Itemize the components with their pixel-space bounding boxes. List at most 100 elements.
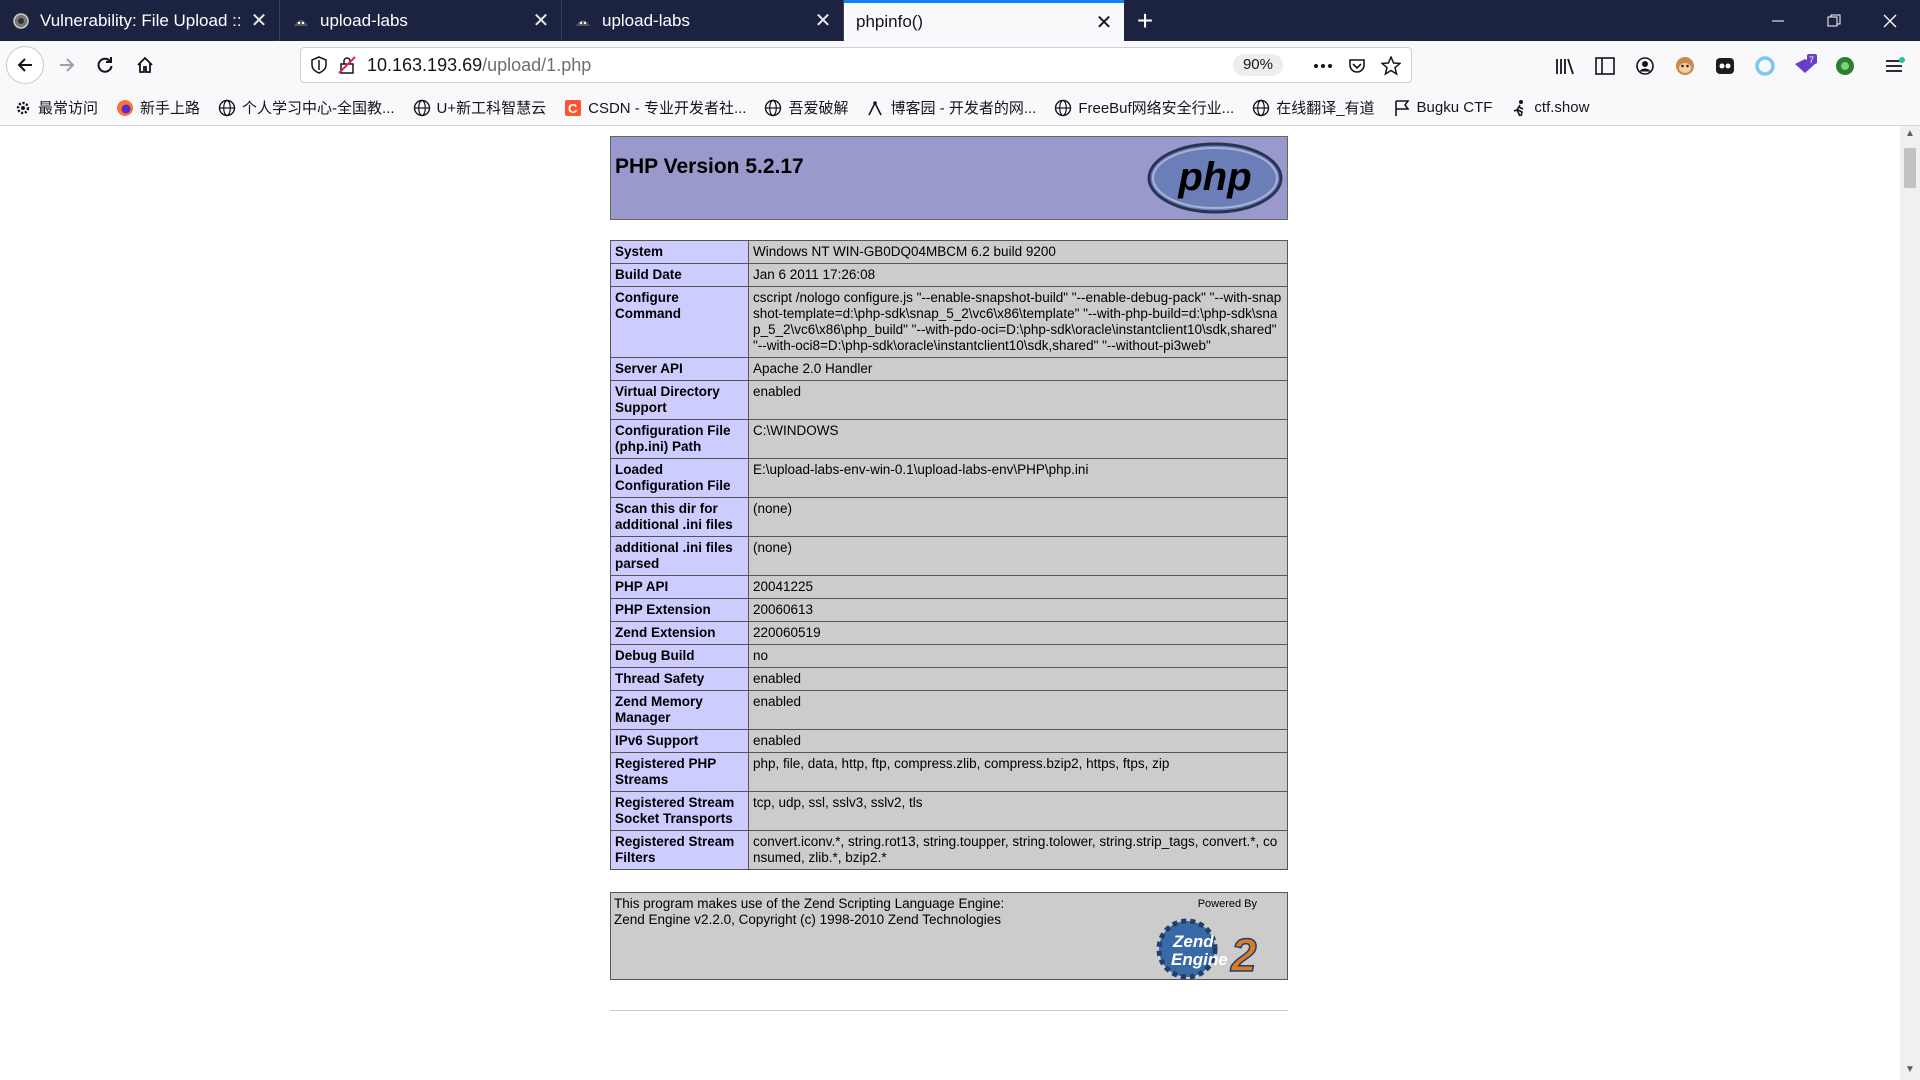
ring-extension-icon[interactable] [1750, 51, 1780, 81]
phpinfo-center: PHP Version 5.2.17 php System Windows NT … [610, 136, 1288, 1011]
globe-icon [1054, 99, 1072, 117]
close-tab-icon[interactable]: ✕ [245, 8, 273, 33]
bookmark-label: 在线翻译_有道 [1276, 100, 1375, 117]
bookmark-label: U+新工科智慧云 [436, 100, 547, 117]
info-key: Scan this dir for additional .ini files [610, 497, 749, 537]
info-row: PHP API 20041225 [610, 575, 1288, 599]
insecure-lock-icon[interactable] [337, 56, 357, 74]
php-logo-icon[interactable]: php [1147, 141, 1283, 220]
sidebar-icon[interactable] [1590, 51, 1620, 81]
pocket-icon[interactable] [1345, 54, 1369, 78]
account-icon[interactable] [1630, 51, 1660, 81]
info-row: Loaded Configuration File E:\upload-labs-… [610, 458, 1288, 498]
divider [610, 1010, 1288, 1011]
home-button[interactable] [126, 46, 164, 84]
info-key: Registered Stream Filters [610, 830, 749, 870]
info-key: Build Date [610, 263, 749, 287]
info-value: cscript /nologo configure.js "--enable-s… [748, 286, 1288, 358]
tab-title: phpinfo() [856, 12, 924, 31]
game-extension-icon[interactable] [1710, 51, 1740, 81]
tab-phpinfo[interactable]: phpinfo() ✕ [844, 0, 1124, 41]
tab-upload-labs-1[interactable]: upload-labs ✕ [280, 0, 562, 41]
bookmark-label: Bugku CTF [1416, 99, 1493, 116]
vertical-scrollbar[interactable]: ▲ ▼ [1900, 126, 1920, 1080]
info-key: Configuration File (php.ini) Path [610, 419, 749, 459]
info-row: Build Date Jan 6 2011 17:26:08 [610, 263, 1288, 287]
bookmark-label: CSDN - 专业开发者社... [588, 100, 747, 117]
bookmark-youdao[interactable]: 在线翻译_有道 [1252, 97, 1375, 118]
info-row: IPv6 Support enabled [610, 729, 1288, 753]
hackbar-extension-icon[interactable]: 7 [1790, 51, 1820, 81]
reload-button[interactable] [86, 46, 124, 84]
zend-engine-logo-icon[interactable]: Zend Engine 2 [1153, 911, 1283, 983]
info-value: enabled [748, 729, 1288, 753]
reload-icon [97, 57, 113, 73]
runner-icon [1510, 99, 1528, 117]
address-bar[interactable]: 10.163.193.69/upload/1.php 90% [300, 47, 1412, 83]
bookmark-label: FreeBuf网络安全行业... [1078, 100, 1235, 117]
bookmark-u-cloud[interactable]: U+新工科智慧云 [413, 97, 547, 118]
page-actions-icon[interactable] [1311, 54, 1335, 78]
tab-strip: Vulnerability: File Upload :: D ✕ upload… [0, 0, 1920, 41]
close-tab-icon[interactable]: ✕ [527, 8, 555, 33]
restore-icon[interactable] [1806, 0, 1862, 41]
back-button[interactable] [6, 46, 44, 84]
info-value: 20060613 [748, 598, 1288, 622]
globe-icon [1252, 99, 1270, 117]
info-value: enabled [748, 667, 1288, 691]
tab-upload-labs-2[interactable]: upload-labs ✕ [562, 0, 844, 41]
new-tab-icon[interactable]: + [1130, 0, 1160, 41]
tab-title: upload-labs [602, 10, 690, 30]
bookmark-cnblogs[interactable]: 博客园 - 开发者的网... [866, 97, 1036, 118]
scroll-down-arrow-icon[interactable]: ▼ [1900, 1064, 1920, 1078]
forward-button[interactable] [48, 46, 86, 84]
info-value: 20041225 [748, 575, 1288, 599]
info-key: Zend Extension [610, 621, 749, 645]
back-arrow-icon [17, 58, 32, 72]
flag-icon [1393, 99, 1411, 117]
url-path: /upload/1.php [482, 54, 592, 75]
shield-icon[interactable] [309, 56, 329, 74]
close-window-icon[interactable] [1862, 0, 1918, 41]
bookmark-label: 博客园 - 开发者的网... [890, 100, 1037, 117]
bookmark-52pojie[interactable]: 吾爱破解 [764, 97, 848, 118]
scroll-up-arrow-icon[interactable]: ▲ [1900, 128, 1920, 142]
svg-text:php: php [1177, 155, 1251, 199]
tab-dvwa[interactable]: Vulnerability: File Upload :: D ✕ [0, 0, 280, 41]
bookmark-csdn[interactable]: C CSDN - 专业开发者社... [564, 97, 746, 118]
info-key: Registered PHP Streams [610, 752, 749, 792]
info-row: Zend Memory Manager enabled [610, 690, 1288, 730]
bookmark-study-center[interactable]: 个人学习中心-全国教... [218, 97, 395, 118]
bookmark-label: 最常访问 [38, 100, 99, 117]
info-value: (none) [748, 536, 1288, 576]
php-version-title: PHP Version 5.2.17 [615, 155, 804, 178]
url-text[interactable]: 10.163.193.69/upload/1.php [367, 55, 591, 76]
bookmark-getting-started[interactable]: 新手上路 [116, 97, 200, 118]
info-value: (none) [748, 497, 1288, 537]
info-row: Thread Safety enabled [610, 667, 1288, 691]
close-tab-icon[interactable]: ✕ [809, 8, 837, 33]
scrollbar-thumb[interactable] [1904, 148, 1916, 188]
close-tab-icon[interactable]: ✕ [1090, 10, 1118, 35]
bookmark-ctfshow[interactable]: ctf.show [1510, 99, 1589, 117]
info-row: Zend Extension 220060519 [610, 621, 1288, 645]
info-key: Thread Safety [610, 667, 749, 691]
library-icon[interactable] [1550, 51, 1580, 81]
bookmark-label: ctf.show [1534, 99, 1590, 116]
info-key: IPv6 Support [610, 729, 749, 753]
bookmark-freebuf[interactable]: FreeBuf网络安全行业... [1054, 97, 1234, 118]
menu-icon[interactable] [1880, 51, 1910, 81]
monkey-extension-icon[interactable] [1670, 51, 1700, 81]
info-key: Virtual Directory Support [610, 380, 749, 420]
zoom-level-button[interactable]: 90% [1232, 54, 1283, 76]
green-extension-icon[interactable] [1830, 51, 1860, 81]
bookmark-bugku[interactable]: Bugku CTF [1393, 99, 1493, 117]
bookmark-star-icon[interactable] [1379, 54, 1403, 78]
phpinfo-header: PHP Version 5.2.17 php [610, 136, 1288, 220]
minimize-icon[interactable] [1750, 0, 1806, 41]
bookmark-most-visited[interactable]: 最常访问 [14, 97, 98, 118]
phpinfo-table: System Windows NT WIN-GB0DQ04MBCM 6.2 bui… [610, 240, 1288, 870]
bookmark-label: 新手上路 [140, 100, 201, 117]
info-row: PHP Extension 20060613 [610, 598, 1288, 622]
svg-text:C: C [568, 101, 578, 116]
